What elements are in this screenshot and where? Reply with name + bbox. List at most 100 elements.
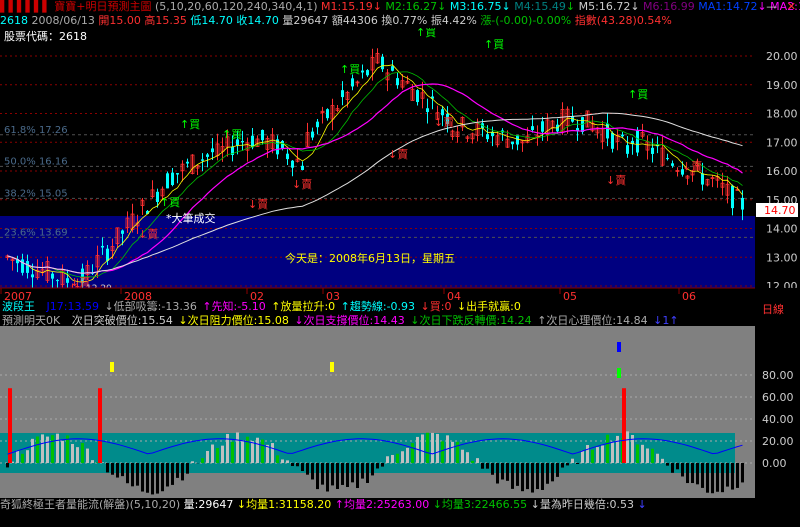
indicator-bar bbox=[436, 433, 439, 463]
quote-bar: 2618 2008/06/13 開15.00 高15.35 低14.70 收14… bbox=[0, 14, 800, 28]
m3-arrow: ↓ bbox=[501, 0, 511, 13]
candle-body bbox=[341, 90, 344, 98]
predict-bar-row: 預測明天0K 次日突破價位:15.54 ↓次日阻力價位:15.08 ↓次日支撐價… bbox=[2, 313, 679, 327]
indicator-bar bbox=[286, 460, 289, 463]
candle-body bbox=[51, 273, 54, 279]
footer-tail: ↓ bbox=[637, 498, 647, 511]
indicator-bar bbox=[311, 463, 314, 480]
yellow-marker-2 bbox=[330, 362, 334, 372]
m1-arrow: ↓ bbox=[372, 0, 382, 13]
buy-signal: ↑買 bbox=[416, 28, 436, 39]
price-tick: 19.00 bbox=[766, 79, 798, 92]
minimize-icon[interactable]: — bbox=[766, 0, 777, 13]
indicator-bar bbox=[581, 450, 584, 463]
sell-signal: ↓賣 bbox=[248, 197, 268, 211]
today-label: 今天是：2008年6月13日，星期五 bbox=[285, 251, 455, 265]
buy-signal: ↑買 bbox=[160, 196, 180, 209]
indicator-bar bbox=[371, 463, 374, 476]
candle-body bbox=[396, 78, 399, 86]
m4-value: M4:15.49 bbox=[514, 0, 566, 13]
amount: 額44306 bbox=[331, 14, 378, 27]
indicator-bar bbox=[276, 455, 279, 463]
indicator-bar bbox=[686, 463, 689, 484]
j17-value: J17:13.59 bbox=[46, 300, 99, 313]
indicator-bar bbox=[136, 463, 139, 486]
indicator-bar bbox=[736, 463, 739, 488]
lower-tick: 80.00 bbox=[762, 369, 794, 382]
volume-formula[interactable]: 奇狐終極王者量能流(解盤)(5,10,20) bbox=[0, 498, 180, 512]
psych-value: ↑次日心理價位:14.84 bbox=[537, 313, 647, 327]
vol-ratio: ↓量為昨日幾倍:0.53 bbox=[530, 498, 635, 511]
candle-body bbox=[286, 153, 289, 160]
buy-signal: ↑買 bbox=[484, 38, 504, 51]
indicator-bar bbox=[666, 463, 669, 466]
buy-value: ↓買:0 bbox=[421, 300, 452, 313]
sell-signal: ↓賣 bbox=[292, 177, 312, 191]
indicator-bar bbox=[661, 458, 664, 463]
indicator-bar bbox=[346, 463, 349, 488]
predict-title: 預測明天0K bbox=[2, 313, 61, 327]
indicator-bar bbox=[86, 448, 89, 463]
buy-signal: ↑買 bbox=[222, 128, 242, 141]
price-tick: 13.00 bbox=[766, 251, 798, 264]
indicator-bar bbox=[186, 463, 189, 474]
price-tick: 18.00 bbox=[766, 108, 798, 121]
candle-body bbox=[426, 108, 429, 113]
indicator-bar bbox=[731, 463, 734, 490]
breakout-value: 次日突破價位:15.54 bbox=[72, 313, 173, 327]
green-marker bbox=[617, 368, 621, 378]
indicator-bar bbox=[431, 432, 434, 463]
m2-value: M2:16.27 bbox=[385, 0, 438, 13]
yellow-marker-1 bbox=[110, 362, 114, 372]
indicator-bar bbox=[741, 463, 744, 483]
price-tick: 17.00 bbox=[766, 136, 798, 149]
candle-body bbox=[241, 140, 244, 143]
m4-arrow: ↓ bbox=[565, 0, 576, 13]
candle-body bbox=[291, 160, 294, 168]
indicator-bar bbox=[411, 443, 414, 463]
sell-signal: ↓賣 bbox=[138, 227, 158, 241]
big-trade-label: *大筆成交 bbox=[166, 211, 216, 225]
change: 漲-(-0.00)-0.00% bbox=[480, 14, 572, 27]
avg-vol-2: ↑均量2:25263.00 bbox=[334, 498, 430, 511]
formula-name[interactable]: ▌▌▌▌▌▌ 寶寶+明日預測主圖 bbox=[0, 0, 151, 14]
indicator-bar bbox=[91, 460, 94, 463]
indicator-bar bbox=[81, 443, 84, 463]
stock-chart[interactable]: 61.8% 17.26 50.0% 16.16 38.2% 15.05 23.6% 1… bbox=[0, 28, 800, 500]
price-tick: 14.00 bbox=[766, 223, 798, 236]
candle-body bbox=[301, 165, 304, 170]
indicator-bar bbox=[351, 463, 354, 483]
wave-label: 波段王 bbox=[2, 299, 35, 313]
indicator-bar bbox=[626, 431, 629, 463]
indicator-bar bbox=[591, 449, 594, 463]
indicator-bar bbox=[561, 463, 564, 468]
buy-signal: ↑買 bbox=[180, 118, 200, 131]
candle-body bbox=[66, 278, 69, 283]
indicator-bar bbox=[221, 445, 224, 463]
indicator-bar bbox=[691, 463, 694, 484]
indicator-bar bbox=[201, 458, 204, 463]
indicator-bar bbox=[321, 463, 324, 485]
candle-body bbox=[391, 66, 394, 71]
period-label[interactable]: 日線 bbox=[762, 302, 784, 316]
candle-body bbox=[156, 191, 159, 202]
indicator-bar bbox=[586, 444, 589, 463]
indicator-bar bbox=[281, 459, 284, 463]
indicator-bar bbox=[696, 463, 699, 485]
indicator-bar bbox=[461, 449, 464, 463]
svg-text:預測明天0K 次日突破價位:15.54: 預測明天0K 次日突破價位:15.54 ↓次日阻力價位:15.08 ↓次日支撐價… bbox=[2, 313, 679, 327]
indicator-bar bbox=[636, 444, 639, 463]
cost-value: ↓低部吸籌:-13.36 bbox=[104, 299, 196, 313]
indicator-bar bbox=[381, 463, 384, 467]
indicator-bar bbox=[211, 444, 214, 463]
lower-tick: 60.00 bbox=[762, 391, 794, 404]
close-icon[interactable]: ✕ bbox=[787, 0, 796, 13]
candle-body bbox=[626, 145, 629, 154]
indicator-bar bbox=[16, 450, 19, 463]
indicator-bar bbox=[251, 441, 254, 463]
formula-params: (5,10,20,60,120,240,340,4,1) bbox=[154, 0, 318, 13]
indicator-bar bbox=[146, 463, 149, 493]
indicator-bar bbox=[36, 436, 39, 463]
low-price: 低14.70 bbox=[190, 14, 233, 27]
candle-body bbox=[281, 140, 284, 149]
